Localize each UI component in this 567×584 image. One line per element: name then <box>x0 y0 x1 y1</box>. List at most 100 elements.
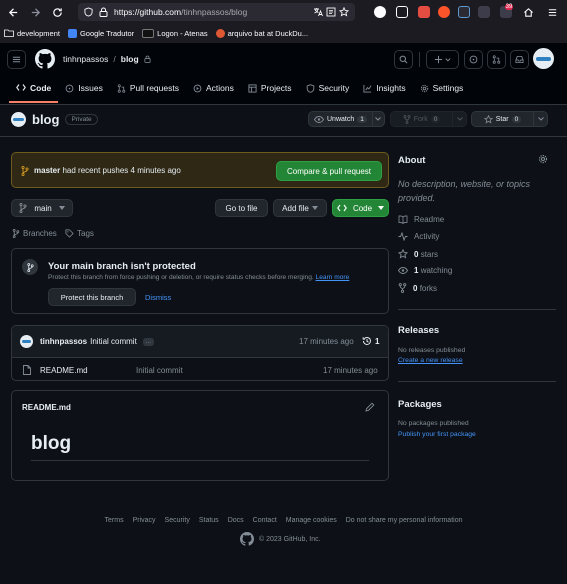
github-logo-icon[interactable] <box>35 49 55 69</box>
translate-icon[interactable] <box>313 7 323 17</box>
packages-title[interactable]: Packages <box>398 399 442 410</box>
gear-icon[interactable] <box>538 154 548 164</box>
bookmark-development[interactable]: development <box>4 29 60 38</box>
footer-link-do-not-share[interactable]: Do not share my personal information <box>346 517 463 524</box>
divider <box>398 381 556 382</box>
about-forks[interactable]: 0 forks <box>398 283 437 293</box>
pencil-icon[interactable] <box>365 402 375 412</box>
go-to-file-button[interactable]: Go to file <box>215 199 268 217</box>
create-new-button[interactable] <box>426 50 459 69</box>
search-button[interactable] <box>394 50 413 69</box>
footer-link-contact[interactable]: Contact <box>253 517 277 524</box>
tab-settings[interactable]: Settings <box>413 80 471 96</box>
footer-link-security[interactable]: Security <box>165 517 190 524</box>
unwatch-button[interactable]: Unwatch 1 <box>308 111 385 127</box>
tab-pull-requests[interactable]: Pull requests <box>110 80 186 96</box>
tab-security[interactable]: Security <box>299 80 357 96</box>
star-button[interactable]: Star 0 <box>471 111 548 127</box>
tags-link[interactable]: Tags <box>65 229 94 238</box>
branches-link[interactable]: Branches <box>12 229 57 238</box>
about-activity[interactable]: Activity <box>398 232 439 241</box>
file-table: tinhnpassos Initial commit ... 17 minute… <box>11 325 389 381</box>
unwatch-dropdown[interactable] <box>371 112 384 126</box>
forward-icon[interactable] <box>26 3 44 21</box>
avatar-image <box>22 340 31 343</box>
compare-pull-request-button[interactable]: Compare & pull request <box>276 161 382 181</box>
commit-expand-button[interactable]: ... <box>142 337 154 346</box>
star-dropdown[interactable] <box>533 112 547 126</box>
fork-label: Fork <box>413 115 428 123</box>
bookmark-google-tradutor[interactable]: Google Tradutor <box>67 28 134 38</box>
protect-branch-button[interactable]: Protect this branch <box>48 288 136 306</box>
home-icon[interactable] <box>519 3 537 21</box>
commit-message[interactable]: Initial commit <box>90 337 137 346</box>
hamburger-menu-button[interactable] <box>7 50 26 69</box>
tab-code[interactable]: Code <box>9 80 59 103</box>
about-stars[interactable]: 0 stars <box>398 249 438 259</box>
inbox-button[interactable] <box>510 50 529 69</box>
protect-title: Your main branch isn't protected <box>48 261 196 272</box>
bookmark-logon-atenas[interactable]: Logon - Atenas <box>142 28 208 38</box>
table-row[interactable]: README.md Initial commit 17 minutes ago <box>12 358 388 380</box>
commit-author-avatar[interactable] <box>20 335 33 348</box>
tab-insights[interactable]: Insights <box>356 80 412 96</box>
brave-icon[interactable] <box>438 6 450 18</box>
tab-issues[interactable]: Issues <box>58 80 110 96</box>
commit-history-link[interactable]: 1 <box>362 336 379 346</box>
footer-link-docs[interactable]: Docs <box>228 517 244 524</box>
code-button[interactable]: Code <box>332 199 389 217</box>
back-icon[interactable] <box>4 3 22 21</box>
footer-link-manage-cookies[interactable]: Manage cookies <box>286 517 337 524</box>
breadcrumb-repo[interactable]: blog <box>121 54 139 64</box>
footer-link-status[interactable]: Status <box>199 517 219 524</box>
about-activity-label: Activity <box>414 232 440 241</box>
branch-selector[interactable]: main <box>11 199 73 217</box>
create-release-link[interactable]: Create a new release <box>398 357 463 364</box>
extension-icon[interactable] <box>478 6 490 18</box>
bookmark-star-icon[interactable] <box>339 7 349 17</box>
pushed-branch[interactable]: master <box>34 166 60 175</box>
extension-icon[interactable] <box>418 6 430 18</box>
dismiss-link[interactable]: Dismiss <box>145 293 171 302</box>
about-watching[interactable]: 1 watching <box>398 266 452 275</box>
commit-author[interactable]: tinhnpassos <box>40 337 87 346</box>
file-name[interactable]: README.md <box>40 366 88 375</box>
breadcrumb-owner[interactable]: tinhnpassos <box>63 54 108 64</box>
repo-owner-avatar[interactable] <box>11 112 26 127</box>
tab-actions[interactable]: Actions <box>186 80 241 96</box>
fork-dropdown[interactable] <box>452 112 466 126</box>
star-icon <box>483 114 493 124</box>
duckduckgo-icon <box>215 28 225 38</box>
commit-time[interactable]: 17 minutes ago <box>299 337 354 346</box>
releases-title[interactable]: Releases <box>398 325 439 336</box>
github-logo-icon[interactable] <box>240 532 254 546</box>
learn-more-link[interactable]: Learn more <box>316 274 350 281</box>
tab-projects[interactable]: Projects <box>241 80 299 96</box>
bookmark-duckduckgo[interactable]: arquivo bat at DuckDu... <box>215 28 308 38</box>
reader-view-icon[interactable] <box>326 7 336 17</box>
fork-button[interactable]: Fork 0 <box>390 111 467 127</box>
bookmark-label: development <box>17 28 60 38</box>
shield-icon[interactable] <box>84 7 93 17</box>
menu-icon[interactable] <box>543 3 561 21</box>
badge-extension-icon[interactable]: 39 <box>500 4 514 18</box>
url-bar[interactable]: https://github.com/tinhnpassos/blog <box>78 3 355 21</box>
footer-link-terms[interactable]: Terms <box>105 517 124 524</box>
reload-icon[interactable] <box>48 3 66 21</box>
pull-requests-button[interactable] <box>487 50 506 69</box>
extension-icon[interactable] <box>374 6 386 18</box>
extension-icon[interactable] <box>458 6 470 18</box>
add-file-button[interactable]: Add file <box>273 199 327 217</box>
publish-package-link[interactable]: Publish your first package <box>398 431 476 438</box>
file-commit-message[interactable]: Initial commit <box>136 366 183 375</box>
issues-button[interactable] <box>464 50 483 69</box>
repo-name[interactable]: blog <box>32 112 59 127</box>
chevron-down-icon <box>456 117 463 121</box>
footer-link-privacy[interactable]: Privacy <box>133 517 156 524</box>
avatar[interactable] <box>533 48 554 69</box>
branch-icon <box>12 229 20 238</box>
tab-label: Issues <box>78 83 103 93</box>
lock-icon[interactable] <box>99 7 108 17</box>
puzzle-icon[interactable] <box>396 6 408 18</box>
about-readme[interactable]: Readme <box>398 215 444 224</box>
